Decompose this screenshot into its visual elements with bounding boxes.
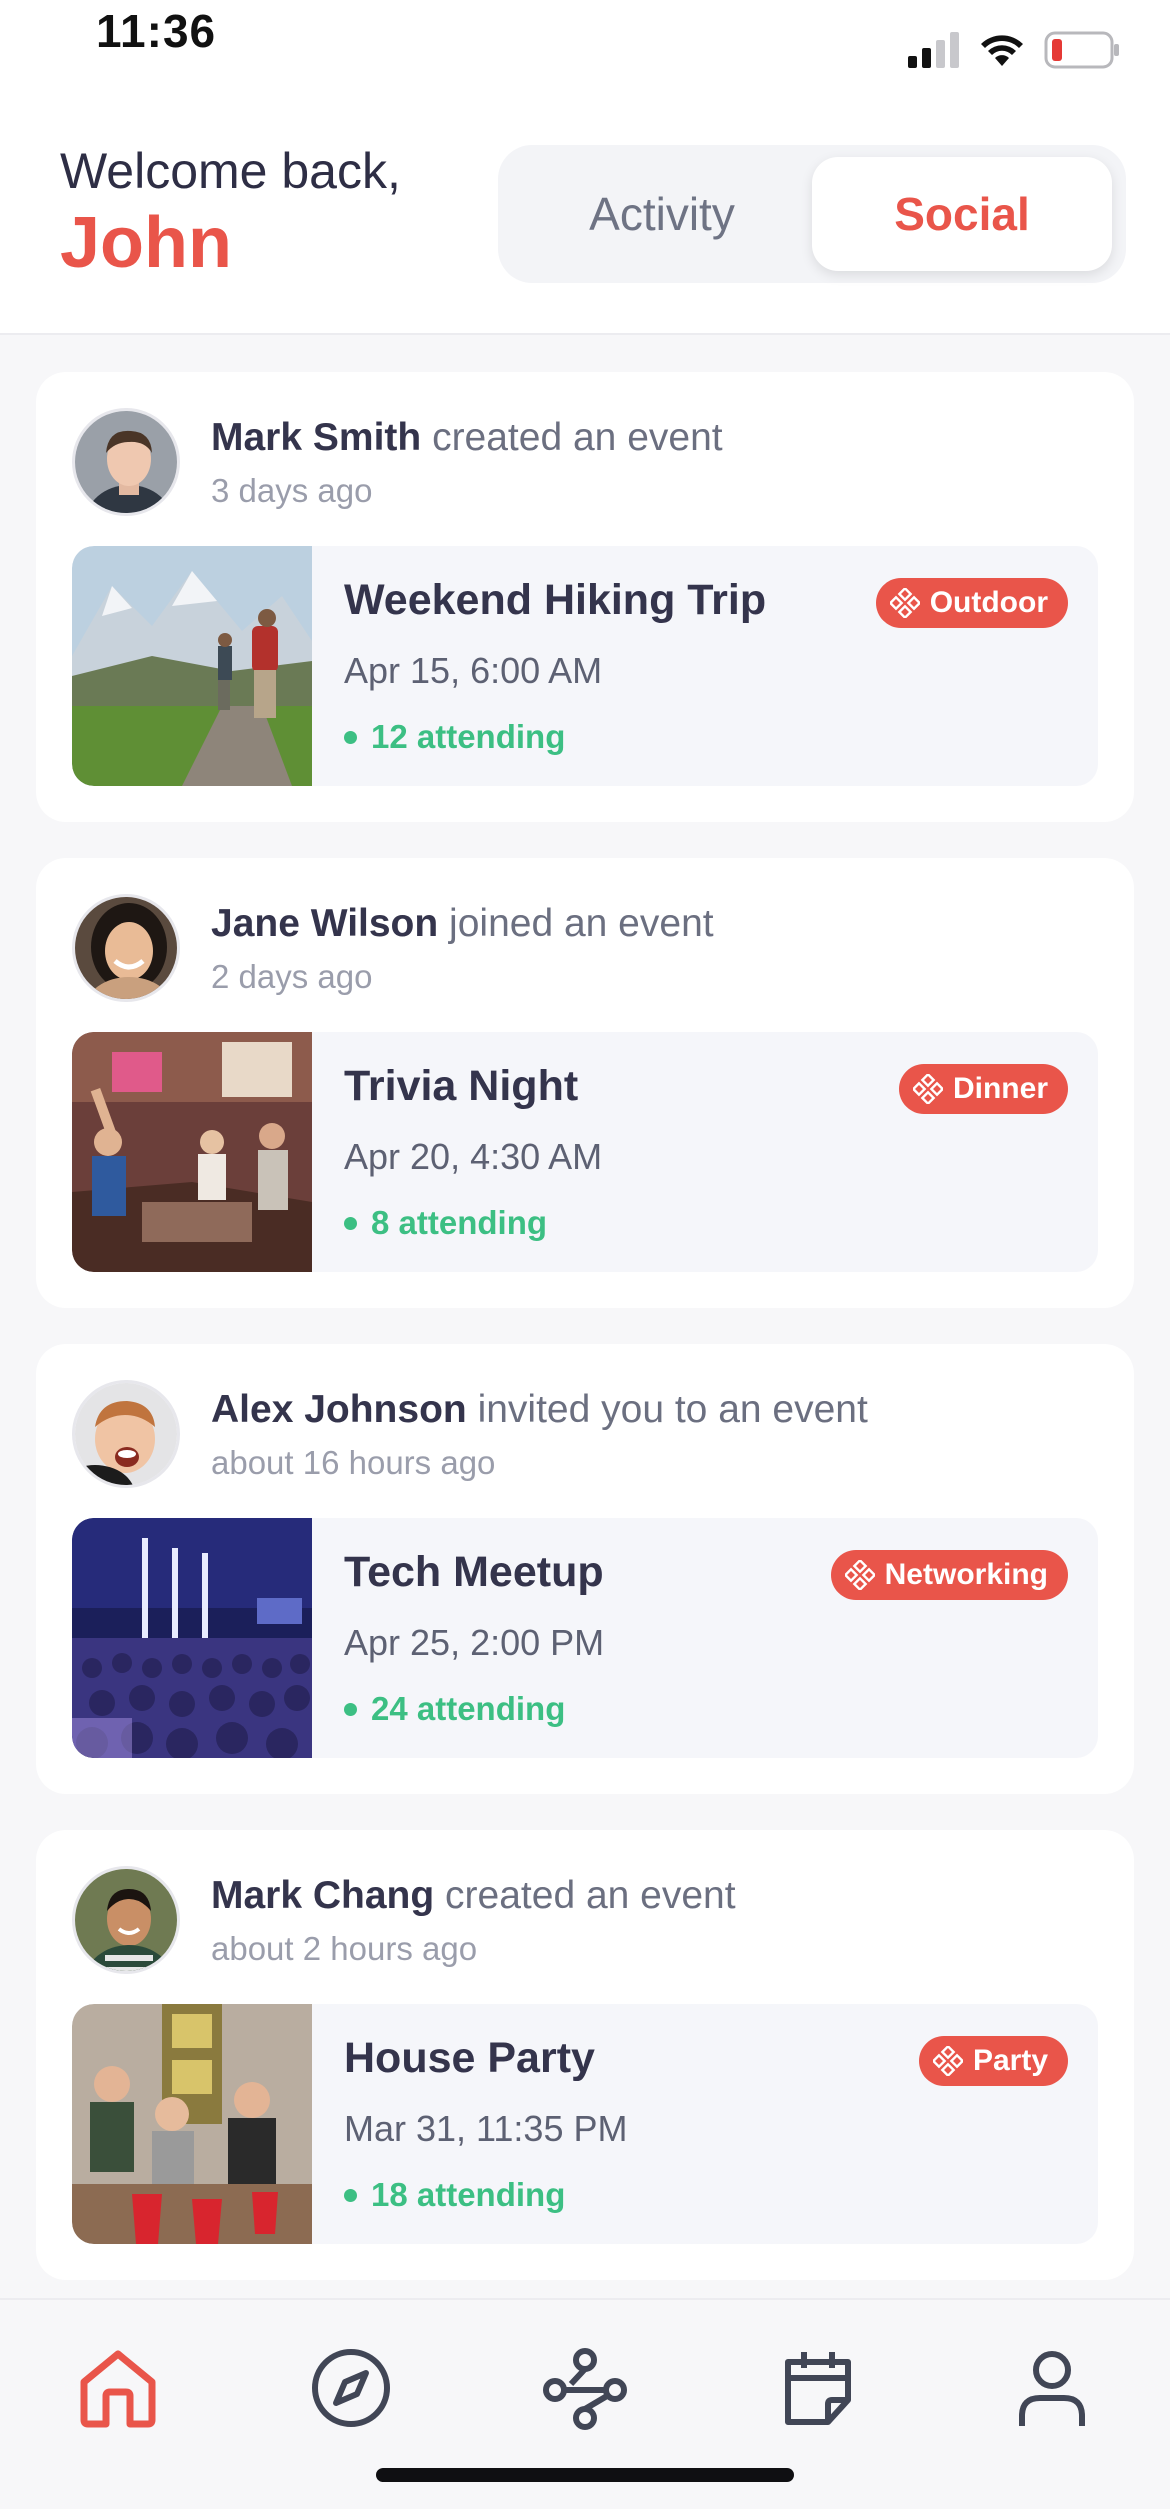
- nav-connections[interactable]: [537, 2340, 633, 2436]
- event-image: [72, 1518, 312, 1758]
- welcome-text: Welcome back,: [60, 143, 401, 199]
- attending-label: 24 attending: [371, 1690, 566, 1727]
- action-text: created an event: [445, 1874, 736, 1917]
- event-image: [72, 546, 312, 786]
- actor-name[interactable]: Mark Chang: [211, 1874, 434, 1917]
- home-indicator: [376, 2468, 794, 2482]
- signal-icon: [908, 32, 959, 68]
- status-icons: [908, 28, 1120, 72]
- tab-social[interactable]: Social: [812, 157, 1112, 271]
- action-text: joined an event: [449, 902, 714, 945]
- event-title: House Party: [344, 2034, 595, 2082]
- header: Welcome back, John Activity Social: [0, 70, 1170, 335]
- action-text: created an event: [432, 416, 723, 459]
- network-icon: [543, 2348, 627, 2430]
- feed-card: Alex Johnson invited you to an event abo…: [36, 1344, 1134, 1794]
- nav-profile[interactable]: [1004, 2340, 1100, 2436]
- attending-label: 12 attending: [371, 718, 566, 755]
- nav-home[interactable]: [70, 2340, 166, 2436]
- home-icon: [80, 2350, 156, 2428]
- category-icon: [912, 1074, 943, 1104]
- tag-label: Outdoor: [929, 586, 1048, 619]
- avatar[interactable]: [72, 1380, 180, 1488]
- avatar[interactable]: [72, 408, 180, 516]
- user-name: John: [60, 203, 232, 283]
- profile-icon: [1019, 2351, 1085, 2426]
- category-icon: [889, 588, 920, 618]
- attending-count: 18 attending: [344, 2176, 565, 2214]
- attending-label: 18 attending: [371, 2176, 566, 2213]
- event-date: Apr 25, 2:00 PM: [344, 1622, 605, 1663]
- event-date: Mar 31, 11:35 PM: [344, 2108, 628, 2149]
- status-dot: [344, 2188, 357, 2202]
- status-dot: [344, 730, 357, 744]
- event-image: [72, 1032, 312, 1272]
- nav-explore[interactable]: [303, 2340, 399, 2436]
- status-bar: 11:36: [0, 0, 1170, 70]
- time-ago: about 16 hours ago: [211, 1444, 496, 1481]
- nav-calendar[interactable]: [770, 2340, 866, 2436]
- tag-label: Party: [972, 2044, 1048, 2077]
- compass-icon: [312, 2349, 390, 2427]
- actor-name[interactable]: Alex Johnson: [211, 1388, 467, 1431]
- event-date: Apr 20, 4:30 AM: [344, 1136, 603, 1177]
- attending-count: 24 attending: [344, 1690, 565, 1728]
- action-text: invited you to an event: [477, 1388, 868, 1431]
- calendar-icon: [785, 2352, 851, 2425]
- status-dot: [344, 1702, 357, 1716]
- avatar[interactable]: [72, 1866, 180, 1974]
- actor-name[interactable]: Jane Wilson: [211, 902, 438, 945]
- event-title: Tech Meetup: [344, 1548, 604, 1596]
- feed-card: Mark Smith created an event 3 days ago W…: [36, 372, 1134, 822]
- avatar[interactable]: [72, 894, 180, 1002]
- event-title: Weekend Hiking Trip: [344, 576, 767, 624]
- actor-line: Jane Wilson joined an event: [211, 902, 714, 946]
- battery-icon: [1044, 31, 1119, 69]
- time-ago: about 2 hours ago: [211, 1930, 478, 1967]
- event-card[interactable]: House Party Party Mar 31, 11:35 PM 18 at…: [72, 2004, 1098, 2244]
- attending-count: 8 attending: [344, 1204, 547, 1242]
- time-ago: 2 days ago: [211, 958, 373, 995]
- event-image: [72, 2004, 312, 2244]
- tag-label: Networking: [884, 1558, 1048, 1591]
- time-ago: 3 days ago: [211, 472, 373, 509]
- category-tag: Dinner: [898, 1064, 1068, 1114]
- category-tag: Networking: [830, 1550, 1068, 1600]
- feed-card: Mark Chang created an event about 2 hour…: [36, 1830, 1134, 2280]
- tag-label: Dinner: [952, 1072, 1048, 1105]
- status-dot: [344, 1216, 357, 1230]
- status-time: 11:36: [96, 5, 217, 57]
- feed-card: Jane Wilson joined an event 2 days ago T…: [36, 858, 1134, 1308]
- category-icon: [844, 1560, 875, 1590]
- tab-activity[interactable]: Activity: [512, 157, 812, 271]
- attending-count: 12 attending: [344, 718, 565, 756]
- category-icon: [932, 2046, 963, 2076]
- category-tag: Party: [918, 2036, 1068, 2086]
- actor-name[interactable]: Mark Smith: [211, 416, 421, 459]
- category-tag: Outdoor: [875, 578, 1068, 628]
- attending-label: 8 attending: [371, 1204, 548, 1241]
- event-card[interactable]: Trivia Night Dinner Apr 20, 4:30 AM 8 at…: [72, 1032, 1098, 1272]
- event-card[interactable]: Tech Meetup Networking Apr 25, 2:00 PM 2…: [72, 1518, 1098, 1758]
- wifi-icon: [981, 35, 1023, 66]
- event-title: Trivia Night: [344, 1062, 579, 1110]
- actor-line: Mark Chang created an event: [211, 1874, 736, 1918]
- event-card[interactable]: Weekend Hiking Trip Outdoor Apr 15, 6:00…: [72, 546, 1098, 786]
- actor-line: Alex Johnson invited you to an event: [211, 1388, 868, 1432]
- actor-line: Mark Smith created an event: [211, 416, 723, 460]
- event-date: Apr 15, 6:00 AM: [344, 650, 603, 691]
- feed-toggle: Activity Social: [498, 145, 1126, 283]
